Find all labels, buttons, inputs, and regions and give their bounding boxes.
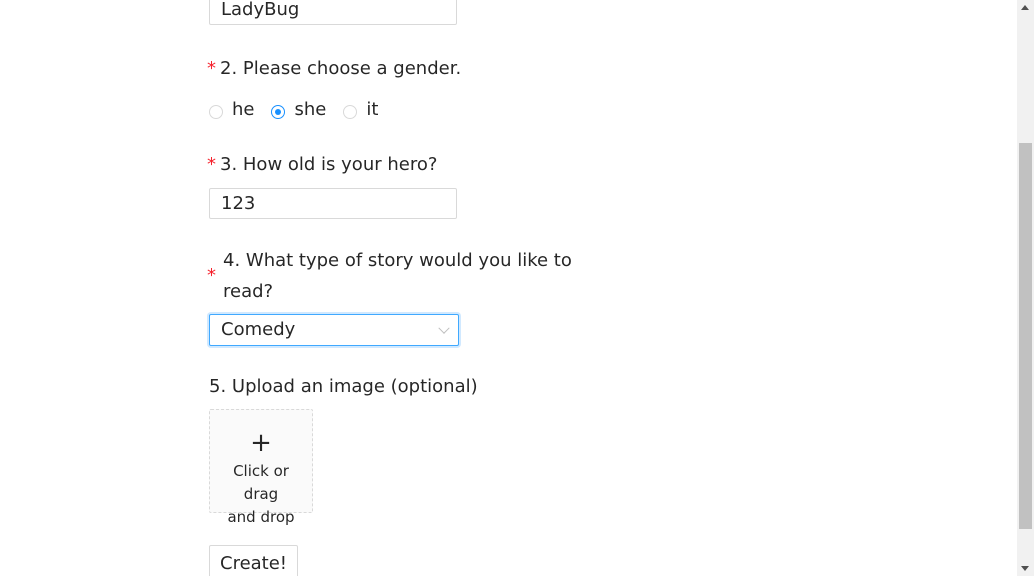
plus-icon: +: [250, 428, 272, 458]
upload-hint-text: Click or drag and drop: [227, 462, 295, 526]
radio-she-circle[interactable]: [271, 105, 286, 119]
required-mark: *: [207, 58, 216, 79]
scroll-up-arrow-icon[interactable]: [1021, 5, 1029, 10]
story-type-question-label-line1: 4. What type of story would you like to: [223, 250, 572, 271]
radio-it[interactable]: it: [343, 99, 378, 120]
age-question-label: * 3. How old is your hero?: [207, 154, 438, 175]
radio-he-circle[interactable]: [209, 105, 223, 119]
story-type-selected-value: Comedy: [221, 319, 296, 340]
create-button[interactable]: Create!: [209, 545, 299, 576]
vertical-scrollbar[interactable]: [1017, 0, 1034, 576]
scroll-down-arrow-icon[interactable]: [1021, 566, 1029, 571]
image-upload-dropzone[interactable]: + Click or drag and drop: [209, 409, 313, 526]
story-type-question-label-line2: read?: [223, 281, 274, 302]
required-mark: *: [207, 154, 216, 175]
hero-name-input[interactable]: [209, 0, 457, 25]
story-type-required-mark: *: [207, 265, 216, 286]
gender-radio-group: he she it: [209, 94, 395, 124]
chevron-down-icon: [438, 322, 450, 334]
gender-question-label: * 2. Please choose a gender.: [207, 58, 462, 79]
page: *2. Please choose a gender. he she it *3…: [0, 0, 1034, 576]
radio-it-circle[interactable]: [343, 105, 358, 119]
scrollbar-thumb[interactable]: [1019, 143, 1032, 529]
story-type-select[interactable]: Comedy: [209, 314, 459, 346]
age-input[interactable]: [209, 188, 457, 219]
radio-she[interactable]: she: [271, 99, 326, 120]
radio-he[interactable]: he: [209, 99, 254, 120]
upload-question-label: 5. Upload an image (optional): [209, 376, 478, 397]
